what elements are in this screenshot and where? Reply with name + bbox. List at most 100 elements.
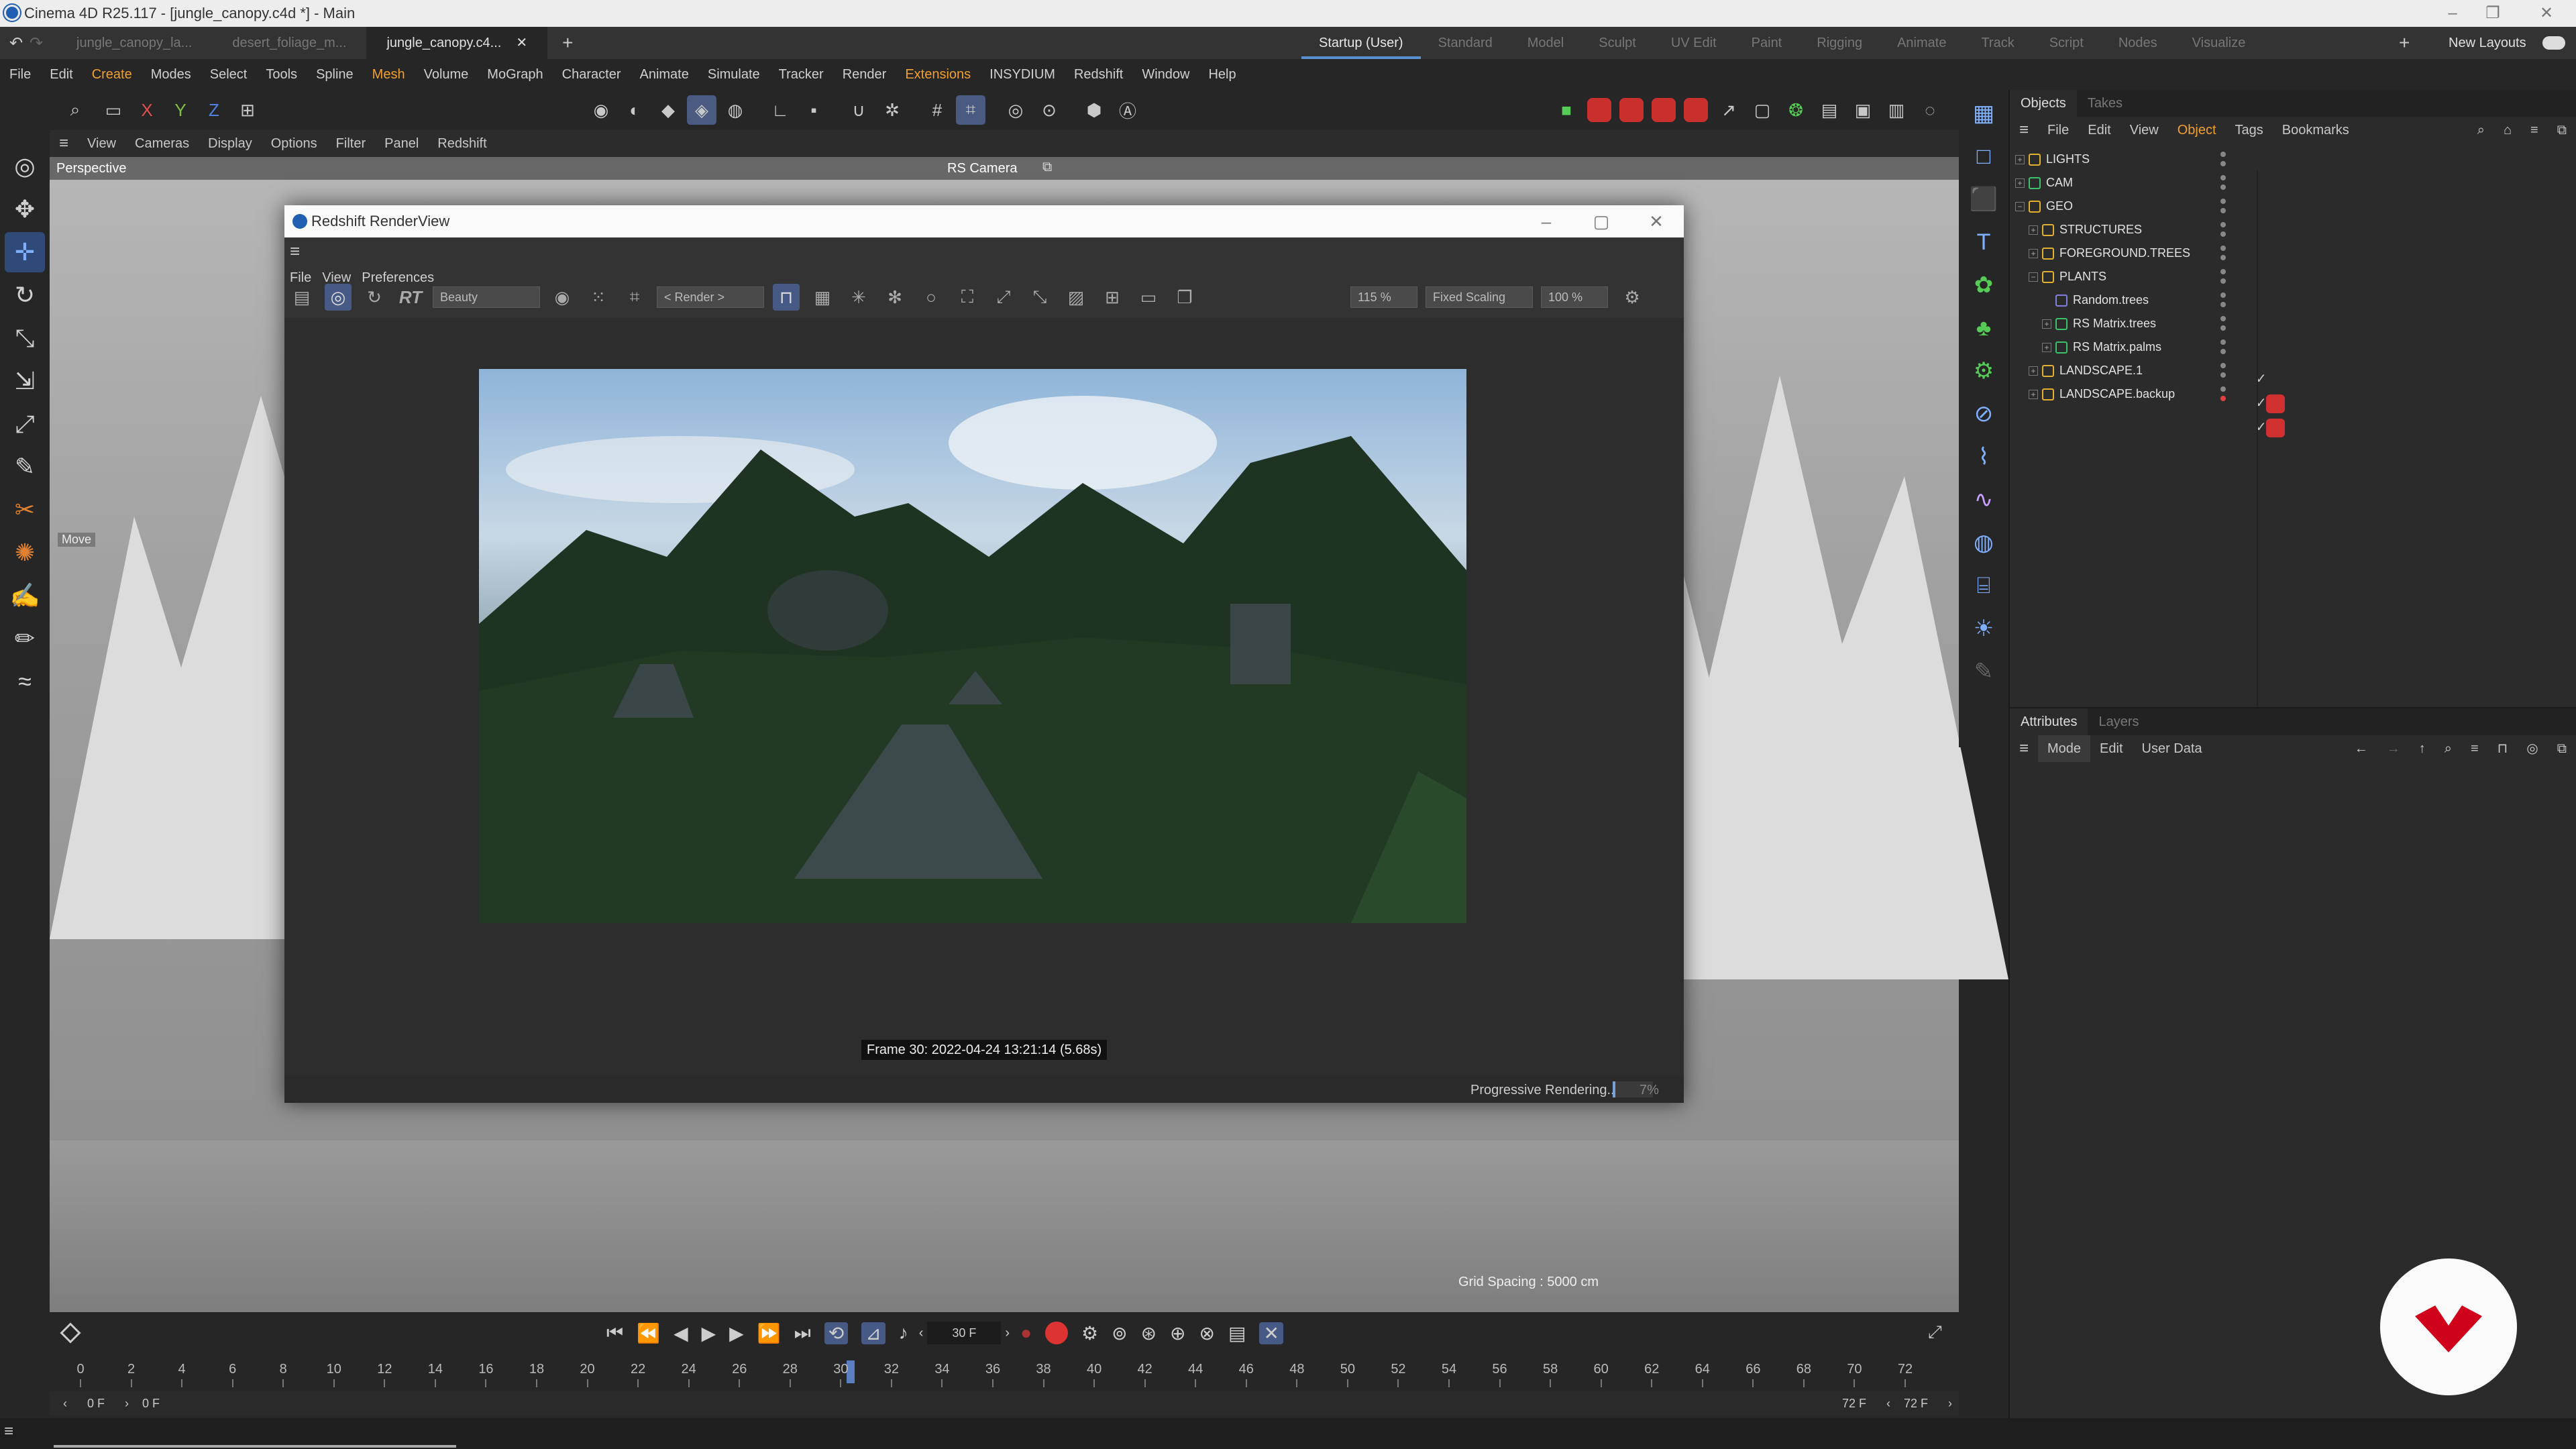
keyframe-diamond-icon[interactable] bbox=[60, 1322, 81, 1344]
view-search-icon[interactable]: ⌕ bbox=[60, 95, 90, 125]
tree-item[interactable]: + LIGHTS bbox=[2015, 148, 2258, 171]
paint-tool-icon[interactable]: ✺ bbox=[5, 533, 45, 573]
preview-end-field[interactable]: 72 F bbox=[1842, 1397, 1866, 1411]
texture-mode-icon[interactable]: ◍ bbox=[720, 95, 750, 125]
generator-icon[interactable]: ✿ bbox=[1964, 266, 2003, 305]
zoom-field[interactable]: 115 % bbox=[1350, 286, 1417, 308]
redshift-red-icon[interactable] bbox=[1652, 98, 1676, 122]
visibility-dots-icon[interactable] bbox=[2218, 218, 2258, 241]
aov-dropdown[interactable]: Beauty bbox=[433, 286, 540, 308]
objects-menu-item[interactable]: Edit bbox=[2078, 117, 2120, 144]
clapper-icon[interactable]: ▤ bbox=[288, 284, 315, 311]
layout-tab[interactable]: Script bbox=[2032, 27, 2101, 59]
redshift-red-icon[interactable] bbox=[1587, 98, 1611, 122]
selection-tool-icon[interactable]: ✥ bbox=[5, 189, 45, 229]
render-settings-icon[interactable]: ⬢ bbox=[1079, 95, 1109, 125]
object-mode-icon[interactable]: ▭ bbox=[99, 95, 128, 125]
edges-mode-icon[interactable]: ◐ bbox=[620, 95, 649, 125]
menu-animate[interactable]: Animate bbox=[630, 59, 698, 90]
tree-item[interactable]: Random.trees bbox=[2015, 288, 2258, 312]
close-icon[interactable]: ✕ bbox=[1633, 205, 1680, 237]
loop-icon[interactable]: ⟲ bbox=[824, 1322, 849, 1344]
range-start-inc-icon[interactable]: › bbox=[125, 1397, 129, 1411]
tree-item[interactable]: + STRUCTURES bbox=[2015, 218, 2258, 241]
tab-layers[interactable]: Layers bbox=[2088, 708, 2149, 735]
menu-extensions[interactable]: Extensions bbox=[896, 59, 980, 90]
visibility-dots-icon[interactable] bbox=[2218, 335, 2258, 359]
autokey-icon[interactable] bbox=[1045, 1322, 1068, 1344]
coordinates-tool-icon[interactable]: ⤢ bbox=[5, 404, 45, 444]
close-tab-icon[interactable]: ✕ bbox=[516, 36, 527, 50]
twist-tool-icon[interactable]: ≈ bbox=[5, 661, 45, 702]
back-arrow-icon[interactable]: ← bbox=[2345, 735, 2377, 762]
new-window-icon[interactable]: ⧉ bbox=[2548, 735, 2576, 762]
camera-icon[interactable]: ⧉ bbox=[1042, 160, 1052, 175]
workplane-icon[interactable]: ▪ bbox=[799, 95, 828, 125]
range-bar[interactable]: ‹ 0 F › 0 F 72 F ‹ 72 F › bbox=[50, 1391, 1959, 1415]
expand-icon[interactable]: + bbox=[2042, 343, 2051, 353]
menu-help[interactable]: Help bbox=[1199, 59, 1245, 90]
bokeh-icon[interactable]: ✳ bbox=[845, 284, 872, 311]
points-mode-icon[interactable]: ◉ bbox=[586, 95, 616, 125]
menu-tools[interactable]: Tools bbox=[256, 59, 307, 90]
key-scale-icon[interactable]: ⊕ bbox=[1170, 1322, 1185, 1344]
menu-mesh[interactable]: Mesh bbox=[363, 59, 415, 90]
range-end-inc-icon[interactable]: › bbox=[1948, 1397, 1952, 1411]
refresh-icon[interactable]: ↻ bbox=[361, 284, 388, 311]
model-mode-icon[interactable]: ◈ bbox=[687, 95, 716, 125]
grid-snap-icon[interactable]: ⌗ bbox=[956, 95, 985, 125]
minimize-icon[interactable]: – bbox=[2432, 0, 2473, 27]
key-pla-icon[interactable]: ▤ bbox=[1228, 1322, 1246, 1344]
hamburger-icon[interactable]: ≡ bbox=[2010, 117, 2038, 144]
tree-item[interactable]: + RS Matrix.palms bbox=[2015, 335, 2258, 359]
grid-dots-icon[interactable]: ⁙ bbox=[585, 284, 612, 311]
menu-edit[interactable]: Edit bbox=[40, 59, 82, 90]
text-icon[interactable]: T bbox=[1964, 223, 2003, 262]
objects-menu-item[interactable]: View bbox=[2121, 117, 2168, 144]
minimize-icon[interactable]: – bbox=[1523, 205, 1570, 237]
fit-icon[interactable]: ⛶ bbox=[954, 284, 981, 311]
expand-icon[interactable]: + bbox=[2015, 155, 2025, 165]
layout-tab[interactable]: Nodes bbox=[2101, 27, 2175, 59]
viewport-hamburger-icon[interactable]: ≡ bbox=[50, 130, 78, 157]
viewport-menu-item[interactable]: Redshift bbox=[428, 130, 496, 157]
rgb-channel-icon[interactable]: ◉ bbox=[549, 284, 576, 311]
layout-toggle[interactable] bbox=[2542, 36, 2565, 50]
solo-icon[interactable]: ⊙ bbox=[1034, 95, 1064, 125]
search-icon[interactable]: ⌕ bbox=[2435, 735, 2461, 762]
home-icon[interactable]: ⌂ bbox=[2494, 117, 2521, 144]
external-link-icon[interactable]: ↗ bbox=[1714, 95, 1743, 125]
axis-mode-icon[interactable]: ∟ bbox=[765, 95, 795, 125]
preview-range-icon[interactable]: ⊿ bbox=[861, 1322, 885, 1344]
layout-tab[interactable]: Track bbox=[1964, 27, 2031, 59]
lock-workplane-icon[interactable]: ◎ bbox=[1001, 95, 1030, 125]
tree-item[interactable]: − PLANTS bbox=[2015, 265, 2258, 288]
tab-objects[interactable]: Objects bbox=[2010, 90, 2077, 117]
expand-icon[interactable]: ⤢ bbox=[990, 284, 1017, 311]
layout-tab[interactable]: Sculpt bbox=[1581, 27, 1654, 59]
image-icon[interactable]: ▨ bbox=[1063, 284, 1089, 311]
undo-icon[interactable]: ↶ bbox=[9, 34, 30, 53]
visibility-dots-icon[interactable] bbox=[2218, 241, 2258, 265]
menu-simulate[interactable]: Simulate bbox=[698, 59, 769, 90]
mograph-cloner-icon[interactable]: ♣ bbox=[1964, 309, 2003, 347]
new-window-icon[interactable]: ⧉ bbox=[2548, 117, 2576, 144]
visibility-dots-icon[interactable] bbox=[2218, 148, 2258, 171]
visibility-dots-icon[interactable] bbox=[2218, 171, 2258, 195]
up-arrow-icon[interactable]: ↑ bbox=[2410, 735, 2435, 762]
move-tool-icon[interactable]: ✛ bbox=[5, 232, 45, 272]
expand-icon[interactable]: + bbox=[2042, 319, 2051, 329]
redshift-red-icon[interactable] bbox=[1619, 98, 1644, 122]
doc-tab-active[interactable]: jungle_canopy.c4... ✕ bbox=[366, 27, 548, 59]
timeline-expand-icon[interactable]: ⤢ bbox=[1928, 1322, 1942, 1343]
key-settings-icon[interactable]: ⚙ bbox=[1081, 1322, 1098, 1344]
menu-character[interactable]: Character bbox=[553, 59, 631, 90]
tree-item[interactable]: + FOREGROUND.TREES bbox=[2015, 241, 2258, 265]
attributes-menu-item[interactable]: Mode bbox=[2038, 735, 2091, 762]
tree-item[interactable]: − GEO bbox=[2015, 195, 2258, 218]
viewport-menu-item[interactable]: Options bbox=[262, 130, 327, 157]
tree-item[interactable]: + CAM bbox=[2015, 171, 2258, 195]
go-to-end-icon[interactable]: ⏭ bbox=[794, 1322, 811, 1344]
collapse-icon[interactable]: − bbox=[2015, 202, 2025, 212]
axis-y-button[interactable]: Y bbox=[166, 95, 195, 125]
